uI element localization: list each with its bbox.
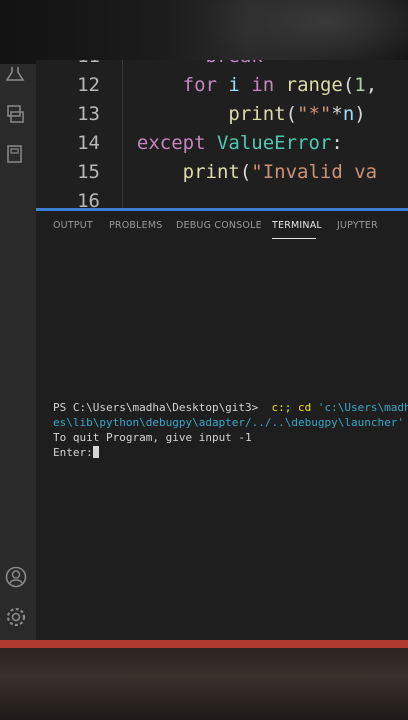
code-token: *	[331, 103, 343, 125]
code-token: 1	[354, 74, 366, 96]
code-line: 11 break	[36, 60, 408, 71]
extensions-icon[interactable]	[5, 144, 25, 164]
code-line: 15 print("Invalid va	[36, 158, 408, 187]
code-token: (	[239, 161, 252, 183]
line-number: 14	[77, 132, 100, 154]
code-text: for i in range(1,	[114, 71, 378, 100]
tab-terminal[interactable]: TERMINAL	[272, 220, 322, 231]
activity-bar	[0, 64, 36, 640]
line-number: 13	[77, 103, 100, 125]
code-line: 12 for i in range(1,	[36, 71, 408, 100]
code-text: break	[114, 60, 263, 71]
code-line: 13 print("*"*n)	[36, 100, 408, 129]
code-token: print	[182, 161, 240, 183]
panel-tabs: OUTPUT PROBLEMS DEBUG CONSOLE TERMINAL J…	[36, 211, 408, 241]
status-bar	[0, 640, 408, 648]
settings-icon[interactable]	[5, 606, 26, 627]
code-token: (	[285, 103, 298, 125]
tab-debug-console[interactable]: DEBUG CONSOLE	[176, 220, 262, 231]
code-line: 16	[36, 187, 408, 208]
tab-jupyter[interactable]: JUPYTER	[337, 220, 378, 231]
code-token: "*"	[297, 103, 332, 125]
line-number: 11	[36, 60, 100, 71]
line-number: 16	[77, 190, 100, 208]
tab-problems[interactable]: PROBLEMS	[109, 220, 162, 231]
active-tab-underline	[272, 238, 316, 239]
code-token: except	[136, 132, 206, 154]
line-number: 12	[77, 74, 100, 96]
terminal-prompt: PS C:\Users\madha\Desktop\git3>	[53, 401, 265, 414]
remote-explorer-icon[interactable]	[5, 104, 25, 124]
code-token: i	[228, 74, 240, 96]
code-token: )	[354, 103, 366, 125]
code-token: print	[228, 103, 286, 125]
terminal-line-3: To quit Program, give input -1	[53, 431, 252, 444]
testing-icon[interactable]	[5, 66, 25, 86]
code-token: ,	[365, 74, 378, 96]
code-token: "Invalid va	[251, 161, 378, 183]
terminal-input-prompt: Enter:	[53, 446, 93, 459]
video-backdrop-bottom	[0, 648, 408, 720]
code-token: break	[206, 60, 263, 67]
code-token: :	[331, 132, 343, 154]
code-token: for	[182, 74, 217, 96]
code-token: ValueError	[216, 132, 332, 154]
terminal-line-1: PS C:\Users\madha\Desktop\git3> c:; cd '…	[53, 401, 408, 414]
code-token: n	[342, 103, 355, 125]
terminal-command: c:; cd	[264, 401, 318, 414]
tab-output[interactable]: OUTPUT	[53, 220, 93, 231]
accounts-icon[interactable]	[5, 566, 27, 588]
terminal-line-2: es\lib\python\debugpy\adapter/../..\debu…	[53, 416, 404, 429]
bottom-panel: OUTPUT PROBLEMS DEBUG CONSOLE TERMINAL J…	[36, 211, 408, 640]
terminal-cursor	[92, 446, 99, 458]
line-number: 15	[77, 161, 100, 183]
code-text: print("Invalid va	[114, 158, 378, 187]
terminal-command-path: 'c:\Users\madh	[317, 401, 408, 414]
code-editor[interactable]: 11 break12 for i in range(1,13 print("*"…	[36, 60, 408, 208]
code-token: in	[239, 74, 286, 96]
code-text: except ValueError:	[114, 129, 343, 158]
terminal-line-4: Enter:	[53, 446, 99, 459]
code-token: (	[342, 74, 355, 96]
code-line: 14 except ValueError:	[36, 129, 408, 158]
code-token: range	[285, 74, 343, 96]
code-text: print("*"*n)	[114, 100, 366, 129]
